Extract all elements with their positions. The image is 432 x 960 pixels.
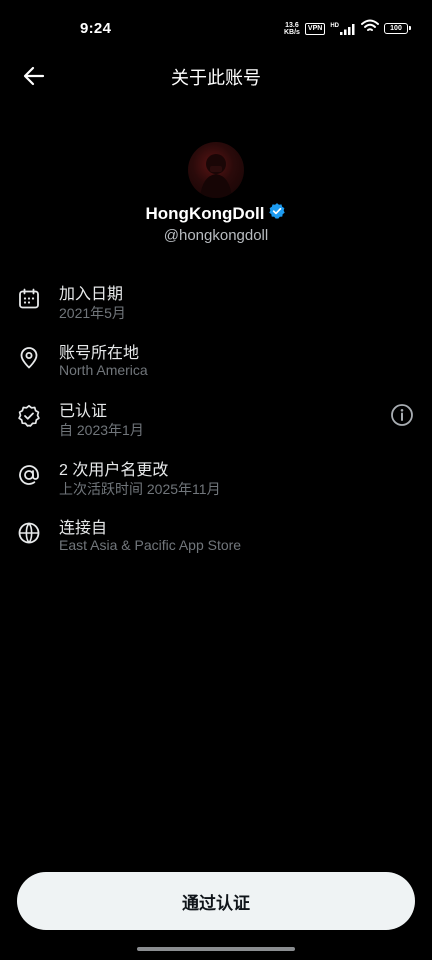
display-name-row: HongKongDoll [146,202,287,225]
top-app-bar: 关于此账号 [0,58,432,94]
info-row-username-changes: 2 次用户名更改 上次活跃时间 2025年11月 [0,454,432,513]
verified-check-icon [268,202,286,225]
info-row-verified: 已认证 自 2023年1月 [0,395,432,454]
calendar-icon [19,288,39,309]
network-speed-unit: KB/s [283,28,300,36]
battery-level: 100 [390,25,402,32]
info-subtitle: East Asia & Pacific App Store [59,537,242,553]
info-title: 连接自 [59,520,108,537]
status-indicators: 13.6 KB/s VPN HD 100 [284,19,411,38]
info-title: 2 次用户名更改 [59,461,169,479]
globe-icon [18,522,40,544]
info-subtitle: North America [59,361,148,378]
network-speed-value: 13.6 [285,21,299,29]
status-bar: 9:24 13.6 KB/s VPN HD 100 [0,0,432,58]
location-pin-icon [20,346,38,368]
avatar[interactable] [188,142,244,198]
display-name: HongKongDoll [145,203,265,223]
info-title: 账号所在地 [59,344,140,362]
user-handle: @hongkongdoll [163,227,269,244]
profile-summary: HongKongDoll @hongkongdoll [0,142,432,244]
avatar-image [200,154,232,198]
info-icon[interactable] [389,402,415,428]
verified-badge-icon [18,404,40,427]
signal-icon: HD [330,23,356,35]
account-info-list: 加入日期 2021年5月 账号所在地 North America 已认证 自 2… [0,278,432,571]
info-title: 加入日期 [59,286,124,303]
status-time: 9:24 [80,20,112,37]
info-title: 已认证 [59,403,108,420]
info-subtitle: 2021年5月 [59,305,126,321]
info-subtitle: 上次活跃时间 2025年11月 [59,480,221,497]
page-title: 关于此账号 [171,68,261,88]
at-sign-icon [19,464,39,485]
info-subtitle: 自 2023年1月 [59,422,144,438]
home-indicator[interactable] [137,947,295,951]
vpn-badge: VPN [304,22,326,35]
info-row-join-date: 加入日期 2021年5月 [0,278,432,337]
network-speed: 13.6 KB/s [284,22,300,36]
wifi-icon [361,19,379,38]
network-type-label: HD [330,22,339,29]
battery-icon: 100 [384,23,411,34]
info-row-connected-via: 连接自 East Asia & Pacific App Store [0,512,432,571]
get-verified-button[interactable]: 通过认证 [17,872,415,930]
info-row-account-location: 账号所在地 North America [0,337,432,396]
